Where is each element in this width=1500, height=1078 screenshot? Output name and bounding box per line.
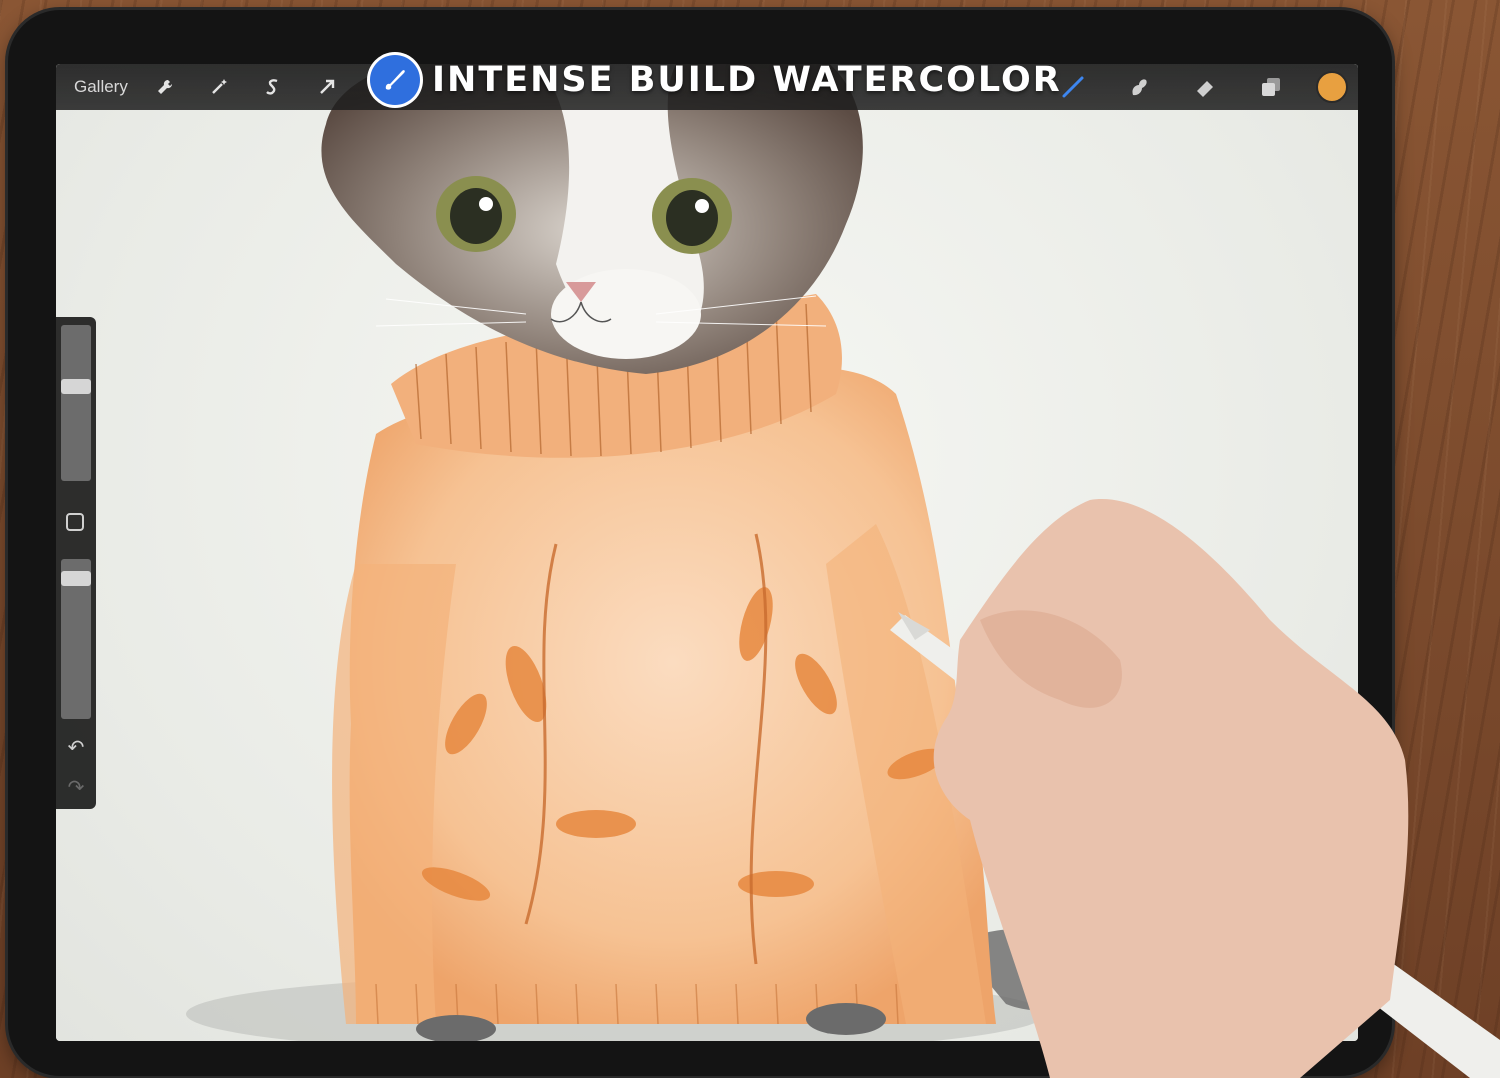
video-title-text: INTENSE BUILD WATERCOLOR [432, 60, 1062, 100]
procreate-screen: Gallery ↶ ↷ [56, 64, 1358, 1041]
cat-in-sweater-painting [186, 64, 1100, 1041]
modify-button[interactable] [66, 513, 84, 531]
video-title-overlay: INTENSE BUILD WATERCOLOR [370, 54, 1062, 106]
undo-icon[interactable]: ↶ [56, 735, 96, 760]
ipad-device: Gallery ↶ ↷ INTENSE BUILD WATERCOLOR [8, 10, 1392, 1076]
layers-icon[interactable] [1254, 70, 1288, 104]
arrow-cursor-icon[interactable] [310, 70, 344, 104]
selection-s-icon[interactable] [256, 70, 290, 104]
cat-paw-right [806, 1003, 886, 1035]
eraser-icon[interactable] [1188, 70, 1222, 104]
opacity-slider[interactable] [61, 559, 91, 719]
cat-eye-right [652, 178, 732, 254]
cat-eye-left [436, 176, 516, 252]
wrench-icon[interactable] [148, 70, 182, 104]
redo-icon[interactable]: ↷ [56, 775, 96, 800]
gallery-button[interactable]: Gallery [74, 77, 128, 97]
brush-size-slider[interactable] [61, 325, 91, 481]
brush-badge-icon [370, 55, 420, 105]
color-picker-swatch[interactable] [1316, 71, 1348, 103]
smudge-icon[interactable] [1122, 70, 1156, 104]
left-sidebar: ↶ ↷ [56, 317, 96, 809]
toolbar-right-group [1040, 64, 1358, 110]
brush-size-slider-knob[interactable] [61, 378, 91, 394]
magic-wand-icon[interactable] [202, 70, 236, 104]
opacity-slider-knob[interactable] [61, 570, 91, 586]
